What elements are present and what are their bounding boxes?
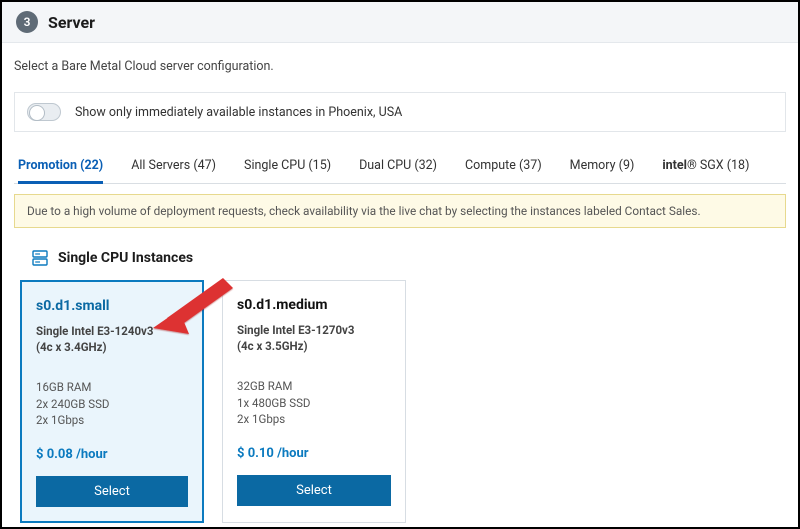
page-title: Server bbox=[48, 13, 95, 32]
spec-ram: 16GB RAM bbox=[36, 379, 188, 396]
section-heading: Single CPU Instances bbox=[32, 250, 786, 266]
cpu-model: Single Intel E3-1240v3 bbox=[36, 324, 188, 340]
availability-toggle-row: Show only immediately available instance… bbox=[14, 92, 786, 132]
spec-storage: 2x 240GB SSD bbox=[36, 396, 188, 413]
cpu-model: Single Intel E3-1270v3 bbox=[237, 323, 391, 339]
availability-notice: Due to a high volume of deployment reque… bbox=[14, 194, 786, 228]
availability-toggle[interactable] bbox=[27, 103, 61, 121]
step-number-badge: 3 bbox=[16, 11, 38, 33]
cpu-cores: (4c x 3.4GHz) bbox=[36, 340, 188, 356]
server-tabs: Promotion (22) All Servers (47) Single C… bbox=[14, 150, 786, 184]
instance-cpu: Single Intel E3-1240v3 (4c x 3.4GHz) bbox=[36, 324, 188, 355]
instance-cpu: Single Intel E3-1270v3 (4c x 3.5GHz) bbox=[237, 323, 391, 354]
tab-single-cpu[interactable]: Single CPU (15) bbox=[244, 150, 331, 183]
spec-network: 2x 1Gbps bbox=[36, 412, 188, 429]
instance-cards: s0.d1.small Single Intel E3-1240v3 (4c x… bbox=[14, 280, 786, 523]
cpu-cores: (4c x 3.5GHz) bbox=[237, 339, 391, 355]
tab-dual-cpu[interactable]: Dual CPU (32) bbox=[359, 150, 437, 183]
instance-card-s0-d1-small[interactable]: s0.d1.small Single Intel E3-1240v3 (4c x… bbox=[20, 280, 204, 523]
select-button[interactable]: Select bbox=[36, 476, 188, 507]
instance-price: $ 0.10 /hour bbox=[237, 446, 391, 461]
instance-name: s0.d1.medium bbox=[237, 297, 391, 313]
section-title: Single CPU Instances bbox=[58, 250, 193, 266]
spec-network: 2x 1Gbps bbox=[237, 411, 391, 428]
instance-name: s0.d1.small bbox=[36, 298, 188, 314]
tab-compute[interactable]: Compute (37) bbox=[465, 150, 542, 183]
server-list-icon bbox=[32, 250, 48, 266]
intel-brand: intel® SGX bbox=[662, 158, 723, 173]
step-header: 3 Server bbox=[2, 2, 798, 43]
select-button[interactable]: Select bbox=[237, 475, 391, 506]
tab-promotion[interactable]: Promotion (22) bbox=[18, 150, 103, 184]
tab-intel-sgx[interactable]: intel® SGX (18) bbox=[662, 150, 749, 183]
spec-ram: 32GB RAM bbox=[237, 378, 391, 395]
tab-all-servers[interactable]: All Servers (47) bbox=[131, 150, 216, 183]
instance-specs: 32GB RAM 1x 480GB SSD 2x 1Gbps bbox=[237, 378, 391, 428]
spec-storage: 1x 480GB SSD bbox=[237, 395, 391, 412]
instance-card-s0-d1-medium[interactable]: s0.d1.medium Single Intel E3-1270v3 (4c … bbox=[222, 280, 406, 523]
intro-text: Select a Bare Metal Cloud server configu… bbox=[14, 59, 786, 74]
tab-memory[interactable]: Memory (9) bbox=[570, 150, 635, 183]
availability-toggle-label: Show only immediately available instance… bbox=[75, 105, 402, 120]
instance-specs: 16GB RAM 2x 240GB SSD 2x 1Gbps bbox=[36, 379, 188, 429]
instance-price: $ 0.08 /hour bbox=[36, 447, 188, 462]
tab-count: (18) bbox=[724, 158, 750, 173]
